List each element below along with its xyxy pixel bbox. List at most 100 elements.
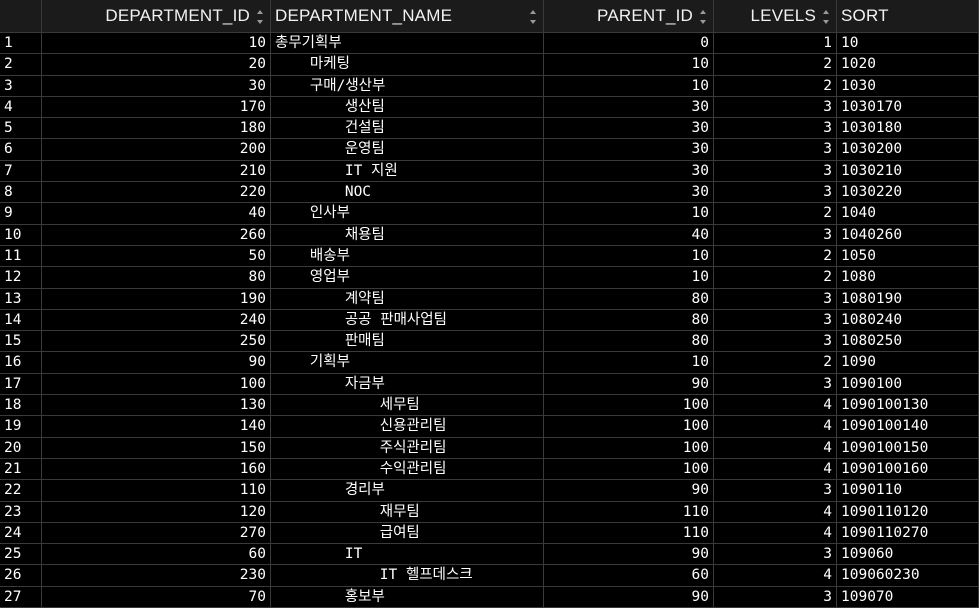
levels-cell[interactable]: 3	[714, 544, 837, 566]
sort-cell[interactable]: 1090	[837, 352, 979, 374]
parent-id-cell[interactable]: 30	[544, 118, 714, 140]
department-id-cell[interactable]: 120	[42, 501, 271, 523]
row-number-cell[interactable]: 2	[0, 54, 42, 76]
row-number-cell[interactable]: 20	[0, 437, 42, 459]
parent-id-cell[interactable]: 90	[544, 544, 714, 566]
table-row[interactable]: 25 60 IT 90 3 109060	[0, 544, 979, 566]
department-name-cell[interactable]: 판매팀	[271, 331, 544, 353]
department-id-cell[interactable]: 50	[42, 245, 271, 268]
row-number-cell[interactable]: 24	[0, 522, 42, 545]
table-row[interactable]: 20 150 주식관리팀 100 4 1090100150	[0, 437, 979, 459]
levels-cell[interactable]: 3	[714, 160, 837, 183]
levels-cell[interactable]: 2	[714, 75, 837, 97]
department-id-cell[interactable]: 90	[42, 352, 271, 374]
parent-id-cell[interactable]: 80	[544, 288, 714, 310]
parent-id-cell[interactable]: 10	[544, 75, 714, 97]
row-number-cell[interactable]: 19	[0, 416, 42, 438]
row-number-cell[interactable]: 14	[0, 309, 42, 332]
department-id-cell[interactable]: 100	[42, 373, 271, 396]
sort-cell[interactable]: 1090100150	[837, 437, 979, 459]
table-row[interactable]: 3 30 구매/생산부 10 2 1030	[0, 75, 979, 97]
levels-cell[interactable]: 4	[714, 395, 837, 417]
department-name-cell[interactable]: 구매/생산부	[271, 75, 544, 97]
levels-cell[interactable]: 3	[714, 586, 837, 608]
table-row[interactable]: 23 120 재무팀 110 4 1090110120	[0, 501, 979, 523]
parent-id-cell[interactable]: 10	[544, 54, 714, 76]
parent-id-cell[interactable]: 100	[544, 395, 714, 417]
department-id-cell[interactable]: 130	[42, 395, 271, 417]
department-name-cell[interactable]: 총무기획부	[271, 33, 544, 55]
sort-cell[interactable]: 1030200	[837, 139, 979, 161]
department-name-cell[interactable]: IT	[271, 544, 544, 566]
department-id-cell[interactable]: 250	[42, 331, 271, 353]
sort-cell[interactable]: 1080240	[837, 309, 979, 332]
sort-cell[interactable]: 109060230	[837, 565, 979, 587]
department-name-cell[interactable]: 공공 판매사업팀	[271, 309, 544, 332]
row-number-cell[interactable]: 5	[0, 118, 42, 140]
department-name-cell[interactable]: 계약팀	[271, 288, 544, 310]
sort-cell[interactable]: 1040	[837, 203, 979, 225]
parent-id-cell[interactable]: 110	[544, 522, 714, 545]
row-number-cell[interactable]: 10	[0, 224, 42, 246]
department-id-cell[interactable]: 180	[42, 118, 271, 140]
department-name-cell[interactable]: 재무팀	[271, 501, 544, 523]
sort-cell[interactable]: 1030210	[837, 160, 979, 183]
parent-id-cell[interactable]: 30	[544, 139, 714, 161]
row-number-cell[interactable]: 9	[0, 203, 42, 225]
row-number-cell[interactable]: 4	[0, 96, 42, 119]
parent-id-cell[interactable]: 100	[544, 437, 714, 459]
parent-id-cell[interactable]: 30	[544, 182, 714, 204]
levels-cell[interactable]: 4	[714, 565, 837, 587]
row-number-cell[interactable]: 3	[0, 75, 42, 97]
row-number-cell[interactable]: 23	[0, 501, 42, 523]
levels-cell[interactable]: 3	[714, 309, 837, 332]
column-header-department-id[interactable]: DEPARTMENT_ID	[42, 0, 271, 33]
parent-id-cell[interactable]: 10	[544, 203, 714, 225]
levels-cell[interactable]: 3	[714, 118, 837, 140]
department-id-cell[interactable]: 170	[42, 96, 271, 119]
table-row[interactable]: 16 90 기획부 10 2 1090	[0, 352, 979, 374]
department-id-cell[interactable]: 80	[42, 267, 271, 289]
parent-id-cell[interactable]: 10	[544, 267, 714, 289]
row-number-cell[interactable]: 1	[0, 33, 42, 55]
table-row[interactable]: 24 270 급여팀 110 4 1090110270	[0, 522, 979, 545]
column-header-parent-id[interactable]: PARENT_ID	[544, 0, 714, 33]
parent-id-cell[interactable]: 80	[544, 309, 714, 332]
table-row[interactable]: 1 10 총무기획부 0 1 10	[0, 33, 979, 55]
sort-cell[interactable]: 1030	[837, 75, 979, 97]
department-id-cell[interactable]: 240	[42, 309, 271, 332]
sort-cell[interactable]: 1090100	[837, 373, 979, 396]
levels-cell[interactable]: 3	[714, 139, 837, 161]
sort-cell[interactable]: 1090110	[837, 480, 979, 502]
department-name-cell[interactable]: 수익관리팀	[271, 458, 544, 481]
levels-cell[interactable]: 2	[714, 54, 837, 76]
department-id-cell[interactable]: 190	[42, 288, 271, 310]
table-row[interactable]: 11 50 배송부 10 2 1050	[0, 245, 979, 268]
department-id-cell[interactable]: 140	[42, 416, 271, 438]
parent-id-cell[interactable]: 10	[544, 245, 714, 268]
department-name-cell[interactable]: 마케팅	[271, 54, 544, 76]
row-number-cell[interactable]: 21	[0, 458, 42, 481]
parent-id-cell[interactable]: 100	[544, 458, 714, 481]
sort-icon[interactable]	[529, 10, 537, 24]
department-name-cell[interactable]: 경리부	[271, 480, 544, 502]
row-number-cell[interactable]: 15	[0, 331, 42, 353]
department-name-cell[interactable]: 자금부	[271, 373, 544, 396]
parent-id-cell[interactable]: 110	[544, 501, 714, 523]
department-id-cell[interactable]: 30	[42, 75, 271, 97]
table-row[interactable]: 7 210 IT 지원 30 3 1030210	[0, 160, 979, 183]
levels-cell[interactable]: 3	[714, 331, 837, 353]
department-id-cell[interactable]: 200	[42, 139, 271, 161]
table-row[interactable]: 10 260 채용팀 40 3 1040260	[0, 224, 979, 246]
parent-id-cell[interactable]: 60	[544, 565, 714, 587]
parent-id-cell[interactable]: 30	[544, 96, 714, 119]
department-name-cell[interactable]: 영업부	[271, 267, 544, 289]
levels-cell[interactable]: 1	[714, 33, 837, 55]
sort-cell[interactable]: 1030170	[837, 96, 979, 119]
column-header-sort[interactable]: SORT	[837, 0, 979, 33]
row-number-cell[interactable]: 12	[0, 267, 42, 289]
row-number-cell[interactable]: 8	[0, 182, 42, 204]
department-name-cell[interactable]: 운영팀	[271, 139, 544, 161]
table-row[interactable]: 26 230 IT 헬프데스크 60 4 109060230	[0, 565, 979, 587]
row-number-cell[interactable]: 16	[0, 352, 42, 374]
